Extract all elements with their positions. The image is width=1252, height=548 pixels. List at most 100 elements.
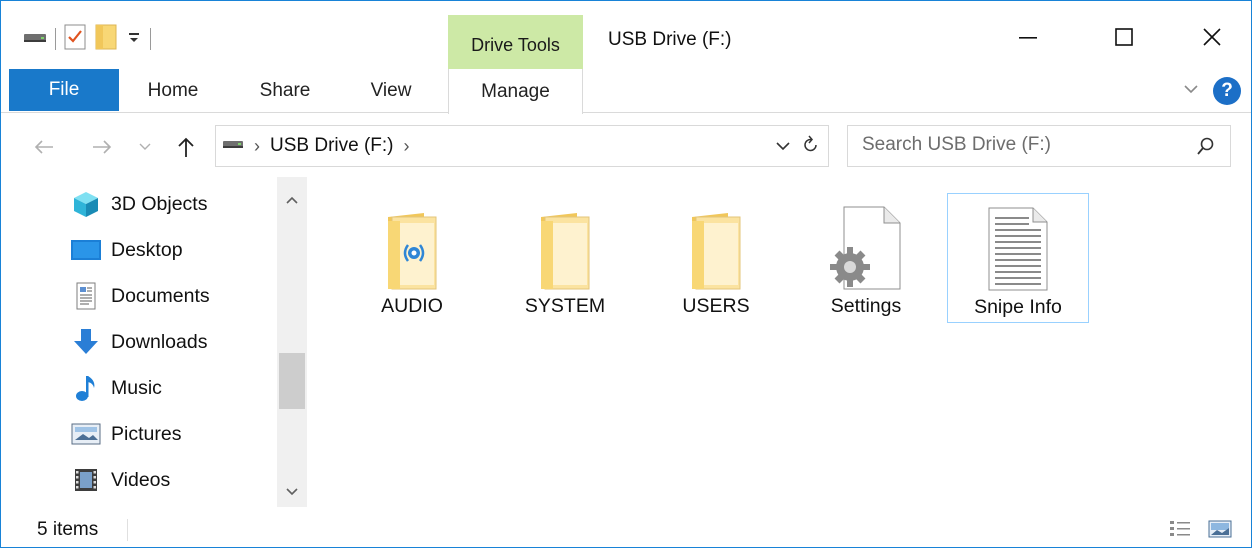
status-divider: [127, 519, 128, 541]
close-icon: [1203, 28, 1221, 46]
chevron-up-icon: [286, 196, 298, 204]
quick-access-toolbar: [23, 23, 151, 55]
tab-view[interactable]: View: [351, 69, 431, 113]
customize-toolbar-icon[interactable]: [126, 29, 142, 50]
breadcrumb-separator-icon[interactable]: ›: [404, 136, 410, 157]
drive-icon: [222, 137, 244, 156]
nav-item-label: Documents: [111, 284, 210, 307]
refresh-icon: [804, 135, 817, 152]
drive-tools-contextual-tab: Drive Tools: [448, 15, 583, 69]
file-name: SYSTEM: [524, 295, 606, 317]
navigation-pane: 3D Objects Desktop Documents Downloads M…: [1, 177, 311, 507]
file-name: Snipe Info: [974, 296, 1062, 318]
search-box[interactable]: [847, 125, 1231, 167]
scroll-up-button[interactable]: [277, 185, 307, 215]
ribbon-controls: ?: [1183, 77, 1241, 105]
address-bar[interactable]: › USB Drive (F:) ›: [215, 125, 829, 167]
music-icon: [69, 371, 103, 405]
nav-item-music[interactable]: Music: [69, 368, 162, 408]
file-name: AUDIO: [381, 295, 443, 317]
tab-manage[interactable]: Manage: [448, 69, 583, 114]
scroll-thumb[interactable]: [279, 353, 305, 409]
tab-home[interactable]: Home: [131, 69, 215, 113]
tab-file[interactable]: File: [9, 69, 119, 111]
nav-item-3d-objects[interactable]: 3D Objects: [69, 184, 207, 224]
folder-icon: [525, 201, 605, 291]
minimize-button[interactable]: [993, 15, 1063, 59]
nav-item-desktop[interactable]: Desktop: [69, 230, 183, 270]
navigation-bar: › USB Drive (F:) ›: [1, 114, 1251, 176]
search-input[interactable]: [862, 126, 1182, 164]
nav-item-documents[interactable]: Documents: [69, 276, 210, 316]
settings-file-icon: [826, 201, 906, 291]
nav-pane-scrollbar[interactable]: [277, 177, 307, 507]
nav-item-downloads[interactable]: Downloads: [69, 322, 207, 362]
forward-button[interactable]: [87, 132, 117, 162]
chevron-down-icon: [776, 142, 790, 151]
file-name: Settings: [830, 295, 902, 317]
file-item-users[interactable]: USERS: [645, 193, 787, 323]
expand-ribbon-button[interactable]: [1183, 82, 1199, 100]
drive-icon[interactable]: [23, 29, 47, 50]
nav-item-pictures[interactable]: Pictures: [69, 414, 181, 454]
refresh-button[interactable]: [802, 135, 820, 160]
up-arrow-icon: [178, 137, 194, 157]
nav-item-label: 3D Objects: [111, 192, 208, 215]
help-icon[interactable]: ?: [1213, 77, 1241, 105]
back-button[interactable]: [29, 132, 59, 162]
file-list: AUDIO SYSTEM USERS Settings Snipe Info: [311, 177, 1251, 507]
3d-objects-icon: [69, 187, 103, 221]
toolbar-divider: [55, 28, 56, 50]
file-name: USERS: [682, 295, 750, 317]
close-button[interactable]: [1177, 15, 1247, 59]
nav-item-label: Desktop: [111, 238, 183, 261]
properties-icon[interactable]: [64, 24, 86, 55]
text-document-icon: [978, 202, 1058, 292]
details-view-icon: [1170, 521, 1190, 536]
maximize-button[interactable]: [1089, 15, 1159, 59]
search-icon[interactable]: [1196, 136, 1216, 161]
file-item-audio[interactable]: AUDIO: [341, 193, 483, 323]
videos-icon: [69, 463, 103, 497]
ribbon-tabs: File Home Share View Manage ?: [1, 69, 1251, 114]
minimize-icon: [1019, 37, 1037, 39]
window-title: USB Drive (F:): [608, 29, 732, 50]
file-item-snipe-info[interactable]: Snipe Info: [947, 193, 1089, 323]
file-explorer-window: Drive Tools USB Drive (F:) File Home Sha…: [0, 0, 1252, 548]
maximize-icon: [1115, 28, 1133, 46]
desktop-icon: [69, 233, 103, 267]
recent-locations-button[interactable]: [135, 132, 155, 162]
pictures-icon: [69, 417, 103, 451]
chevron-down-icon: [286, 488, 298, 496]
breadcrumb-usb-drive[interactable]: USB Drive (F:): [270, 135, 394, 157]
drive-tools-label: Drive Tools: [471, 35, 560, 55]
scroll-down-button[interactable]: [277, 477, 307, 507]
file-item-system[interactable]: SYSTEM: [494, 193, 636, 323]
documents-icon: [69, 279, 103, 313]
title-bar: Drive Tools USB Drive (F:): [1, 1, 1251, 69]
file-item-settings[interactable]: Settings: [795, 193, 937, 323]
nav-item-label: Videos: [111, 468, 171, 491]
chevron-down-icon: [139, 143, 151, 150]
nav-item-label: Pictures: [111, 422, 182, 445]
chevron-down-icon: [1184, 85, 1198, 94]
details-view-button[interactable]: [1167, 517, 1193, 541]
toolbar-divider: [150, 28, 151, 50]
status-bar: 5 items: [1, 509, 1251, 547]
nav-item-videos[interactable]: Videos: [69, 460, 170, 500]
large-icons-view-icon: [1208, 520, 1232, 538]
tab-share[interactable]: Share: [243, 69, 327, 113]
folder-icon: [676, 201, 756, 291]
large-icons-view-button[interactable]: [1207, 517, 1233, 541]
address-dropdown-button[interactable]: [776, 138, 790, 156]
new-folder-icon[interactable]: [94, 23, 118, 56]
nav-item-label: Downloads: [111, 330, 208, 353]
item-count: 5 items: [37, 519, 99, 540]
forward-arrow-icon: [93, 140, 112, 154]
up-button[interactable]: [171, 132, 201, 162]
downloads-icon: [69, 325, 103, 359]
nav-item-label: Music: [111, 376, 162, 399]
audio-folder-icon: [372, 201, 452, 291]
back-arrow-icon: [34, 140, 53, 154]
breadcrumb-separator-icon[interactable]: ›: [254, 136, 260, 157]
